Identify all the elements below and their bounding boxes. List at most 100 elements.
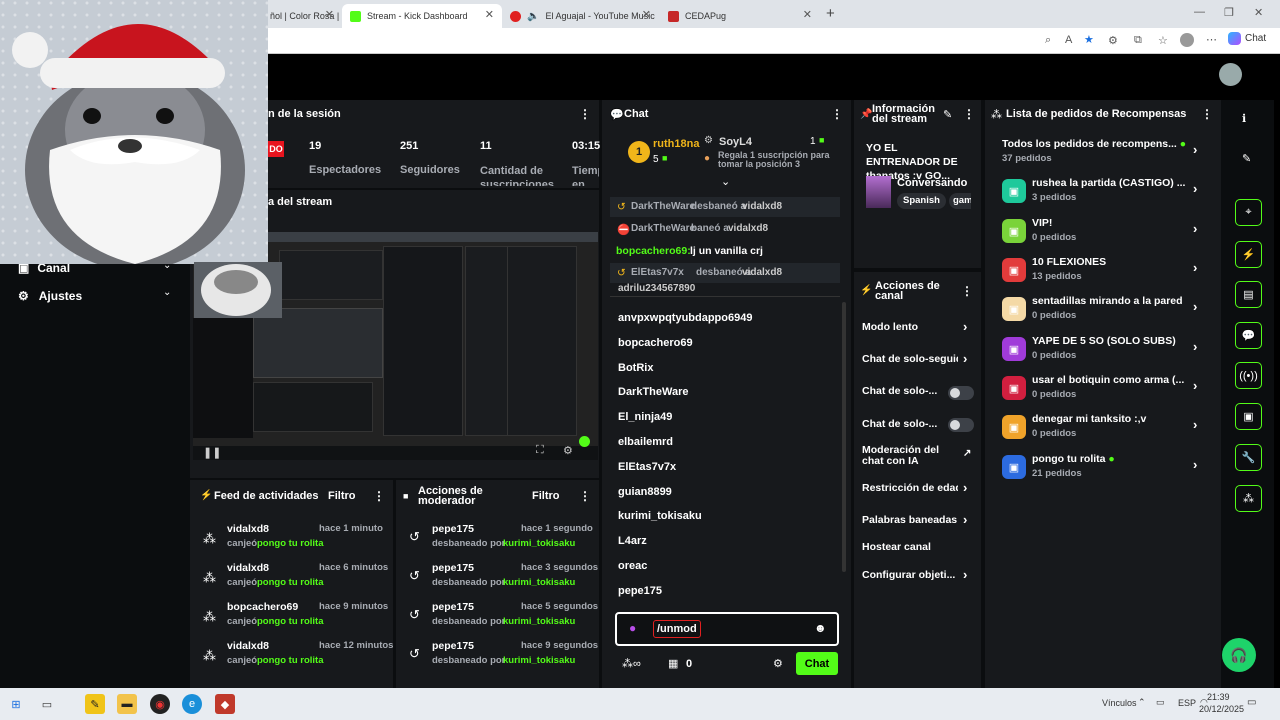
chat-username[interactable]: bopcachero69: [616,245,691,257]
game-app-icon[interactable]: ◆ [215,694,235,714]
nav-item-ajustes[interactable]: ⚙ Ajustes [18,289,82,303]
zoom-icon[interactable]: ⌕ [1045,34,1051,47]
close-icon[interactable]: ✕ [325,8,334,21]
extensions-icon[interactable]: ⚙ [1108,34,1118,47]
broadcast-icon[interactable]: ((•)) [1235,362,1262,389]
reward-name[interactable]: pongo tu rolita ● [1032,453,1115,465]
favorite-star-icon[interactable]: ★ [1084,33,1094,46]
settings-gear-icon[interactable]: ⚙ [563,444,573,457]
tab-color-rosa[interactable]: ñol | Color Rosa | Kick✕ [262,4,342,28]
tab-youtube-music[interactable]: 🔈 El Aguajal - YouTube Music ✕ [502,4,659,28]
chevron-right-icon[interactable]: › [1193,417,1197,432]
chevron-right-icon[interactable]: › [1193,299,1197,314]
mod-by-user[interactable]: kurimi_tokisaku [503,538,575,549]
preview-icon[interactable]: ▣ [1235,403,1262,430]
close-icon[interactable]: ✕ [485,8,494,21]
kebab-icon[interactable]: ⋮ [373,489,385,503]
channel-action-item[interactable]: Palabras baneadas [862,515,958,528]
toggle-switch[interactable] [948,418,974,432]
tab-cedapug[interactable]: CEDAPug ✕ [660,4,820,28]
info-icon[interactable]: ℹ [1242,112,1246,125]
kebab-icon[interactable]: ⋮ [963,107,975,121]
feed-filter-button[interactable]: Filtro [328,490,356,502]
split-screen-icon[interactable]: ⧉ [1134,34,1142,47]
mod-by-user[interactable]: kurimi_tokisaku [503,655,575,666]
kebab-icon[interactable]: ⋮ [579,489,591,503]
chevron-right-icon[interactable]: › [963,319,967,334]
close-icon[interactable]: ✕ [803,8,812,21]
chevron-right-icon[interactable]: › [963,480,967,495]
edge-browser-icon[interactable]: e [182,694,202,714]
task-view-icon[interactable]: ▭ [37,694,57,714]
chat-user-suggestion[interactable]: guian8899 [618,486,672,498]
close-icon[interactable]: ✕ [642,8,651,21]
leaderboard-user[interactable]: ruth18na [653,138,699,150]
chat-user-suggestion[interactable]: oreac [618,560,647,572]
support-headset-icon[interactable]: 🎧 [1222,638,1256,672]
reward-name[interactable]: 10 FLEXIONES [1032,256,1106,268]
category-name[interactable]: Conversando [897,177,967,189]
chevron-right-icon[interactable]: › [1193,457,1197,472]
emoji-icon[interactable]: ☻ [814,621,827,635]
mod-by-user[interactable]: kurimi_tokisaku [503,577,575,588]
channel-action-item[interactable]: Configurar objeti... [862,570,958,583]
channel-action-item[interactable]: Restricción de edad [862,483,958,496]
vinculos-label[interactable]: Vínculos [1102,698,1137,708]
screenshot-icon[interactable]: ⌖ [1235,199,1262,226]
chevron-up-icon[interactable]: ⌃ [1138,697,1146,708]
chat-user-suggestion[interactable]: ElEtas7v7x [618,461,676,473]
send-chat-button[interactable]: Chat [796,652,838,675]
chat-bubble-icon[interactable]: 💬 [1235,322,1262,349]
minimize-button[interactable]: — [1194,6,1205,18]
chat-user-suggestion[interactable]: kurimi_tokisaku [618,510,702,522]
profile-avatar[interactable] [1180,33,1194,47]
toggle-switch[interactable] [948,386,974,400]
chevron-down-icon[interactable]: ⌄ [163,287,171,298]
chevron-right-icon[interactable]: › [1193,339,1197,354]
chat-user-suggestion[interactable]: BotRix [618,362,653,374]
kebab-icon[interactable]: ⋮ [579,107,591,121]
modactions-filter-button[interactable]: Filtro [532,490,560,502]
mod-user[interactable]: pepe175 [432,523,474,535]
feed-user[interactable]: vidalxd8 [227,640,269,652]
channel-action-item[interactable]: Chat de solo-... [862,386,958,399]
window-close-button[interactable]: ✕ [1254,6,1263,19]
chat-username[interactable]: DarkTheWare [631,201,695,212]
chat-input[interactable] [615,612,839,646]
channel-action-item[interactable]: Hostear canal [862,542,958,555]
tab-kick-dashboard[interactable]: Stream - Kick Dashboard ✕ [342,4,502,28]
wrench-icon[interactable]: 🔧 [1235,444,1262,471]
file-explorer-icon[interactable]: ▬ [117,694,137,714]
microphone-icon[interactable]: ● [629,621,636,635]
mod-user[interactable]: pepe175 [432,562,474,574]
chat-target-user[interactable]: vidalxd8 [728,223,768,234]
new-tab-button[interactable]: + [826,5,835,22]
chevron-right-icon[interactable]: › [963,512,967,527]
read-aloud-icon[interactable]: A [1065,34,1072,46]
edit-pencil-icon[interactable]: ✎ [943,108,952,121]
lightning-icon[interactable]: ⚡ [1235,241,1262,268]
reward-name[interactable]: denegar mi tanksito :,v [1032,413,1146,425]
channel-action-item[interactable]: Chat de solo-... [862,419,958,432]
chat-user-suggestion[interactable]: El_ninja49 [618,411,672,423]
copilot-chat-button[interactable]: Chat [1228,32,1266,45]
language-indicator[interactable]: ESP [1178,698,1196,708]
chevron-right-icon[interactable]: › [1193,221,1197,236]
more-menu-icon[interactable]: ⋯ [1206,33,1217,46]
external-link-icon[interactable]: ↗ [963,448,971,459]
edit-pencil-icon[interactable]: ✎ [1242,152,1251,165]
fullscreen-icon[interactable]: ⛶ [536,444,544,457]
sticky-notes-icon[interactable]: ✎ [85,694,105,714]
chat-target-user[interactable]: vidalxd8 [742,267,782,278]
windows-start-icon[interactable]: ⊞ [6,694,26,714]
obs-icon[interactable]: ◉ [150,694,170,714]
channel-action-item[interactable]: Modo lento [862,322,958,335]
chevron-right-icon[interactable]: › [1193,260,1197,275]
chat-user-suggestion[interactable]: L4arz [618,535,647,547]
notifications-icon[interactable]: ▭ [1247,697,1256,708]
chevron-right-icon[interactable]: › [1193,142,1197,157]
chevron-right-icon[interactable]: › [963,567,967,582]
pause-icon[interactable]: ❚❚ [203,446,221,459]
mod-user[interactable]: pepe175 [432,601,474,613]
leaderboard-user-2[interactable]: SoyL4 [719,136,752,148]
